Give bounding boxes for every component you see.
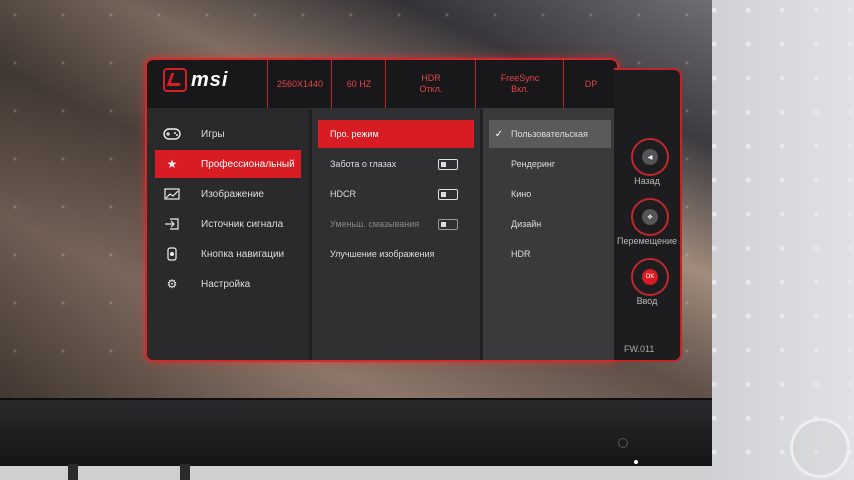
input-source-icon [163, 216, 181, 232]
option-label: HDR [511, 249, 531, 259]
background-wall [704, 0, 854, 480]
option-cinema[interactable]: Кино [489, 180, 611, 208]
nav-button-icon [163, 246, 181, 262]
sidebar-item-label: Кнопка навигации [201, 248, 285, 260]
option-label: Дизайн [511, 219, 542, 229]
osd-header: msi 2560X1440 60 HZ HDR Откл. FreeSync В… [147, 60, 617, 109]
stat-freesync: FreeSync Вкл. [475, 60, 564, 108]
msi-logo: msi [163, 68, 228, 92]
star-icon: ★ [166, 157, 178, 171]
image-icon [163, 186, 181, 202]
option-rendering[interactable]: Рендеринг [489, 150, 611, 178]
sidebar-item-label: Игры [201, 128, 225, 140]
sidebar-item-games[interactable]: Игры [155, 120, 301, 148]
move-button-icon: ✥ [631, 198, 669, 236]
eye-care-toggle[interactable] [438, 158, 458, 170]
firmware-version: FW.011 [624, 344, 655, 354]
sidebar-item-input-source[interactable]: Источник сигнала [155, 210, 301, 238]
move-label: Перемещение [617, 236, 677, 246]
submenu-item-blur-reduction[interactable]: Уменьш. смазывания [318, 210, 474, 238]
stat-resolution: 2560X1440 [267, 60, 332, 108]
option-user[interactable]: ✓ Пользовательская [489, 120, 611, 148]
submenu-item-label: Улучшение изображения [330, 249, 435, 259]
stand-leg [180, 464, 190, 480]
brand-name: msi [191, 68, 229, 91]
enter-button-icon: OK [631, 258, 669, 296]
option-design[interactable]: Дизайн [489, 210, 611, 238]
sidebar-item-image[interactable]: Изображение [155, 180, 301, 208]
submenu-item-label: Забота о глазах [330, 159, 397, 169]
ok-text: OK [642, 269, 658, 285]
sidebar-item-settings[interactable]: ⚙ Настройка [155, 270, 301, 298]
sidebar-item-label: Источник сигнала [201, 218, 284, 230]
monitor-bezel [0, 398, 712, 466]
sidebar: Игры ★ Профессиональный Изображение Исто… [147, 108, 309, 360]
submenu-item-hdcr[interactable]: HDCR [318, 180, 474, 208]
submenu-item-eye-care[interactable]: Забота о глазах [318, 150, 474, 178]
stat-line: 60 HZ [346, 78, 372, 89]
osd-menu: msi 2560X1440 60 HZ HDR Откл. FreeSync В… [145, 58, 619, 362]
gamepad-icon [163, 126, 181, 142]
stat-value: Вкл. [511, 84, 529, 94]
stat-line: FreeSync [500, 73, 540, 83]
stat-input: DP [563, 60, 618, 108]
power-led [634, 460, 638, 464]
stat-value: Откл. [419, 84, 443, 94]
option-label: Рендеринг [511, 159, 556, 169]
option-hdr[interactable]: HDR [489, 240, 611, 268]
stand-leg [68, 464, 78, 480]
sidebar-item-nav-button[interactable]: Кнопка навигации [155, 240, 301, 268]
option-label: Пользовательская [511, 129, 588, 139]
submenu-item-label: Уменьш. смазывания [330, 219, 420, 229]
power-button[interactable] [618, 438, 628, 448]
sidebar-item-label: Профессиональный [201, 158, 295, 170]
stat-refresh: 60 HZ [331, 60, 386, 108]
watermark-logo [790, 418, 850, 478]
stat-line: 2560X1440 [276, 78, 324, 89]
gear-icon: ⚙ [166, 277, 178, 291]
stat-line: HDR [421, 73, 441, 83]
back-button-icon: ◀ [631, 138, 669, 176]
msi-dragon-icon [163, 68, 187, 92]
hdcr-toggle[interactable] [438, 188, 458, 200]
stat-hdr: HDR Откл. [385, 60, 476, 108]
sidebar-item-label: Настройка [201, 278, 251, 290]
enter-label: Ввод [636, 296, 658, 306]
option-label: Кино [511, 189, 532, 199]
submenu-item-image-enhance[interactable]: Улучшение изображения [318, 240, 474, 268]
nav-guide-panel: ◀ Назад ✥ Перемещение OK Ввод FW.011 [614, 68, 682, 362]
sidebar-item-label: Изображение [201, 188, 264, 200]
checkmark-icon: ✓ [494, 128, 504, 140]
submenu-panel: Про. режим Забота о глазах HDCR Уменьш. … [312, 108, 480, 360]
submenu-item-label: HDCR [330, 189, 356, 199]
back-label: Назад [634, 176, 660, 186]
submenu-item-label: Про. режим [330, 129, 379, 139]
blur-reduction-toggle[interactable] [438, 218, 458, 230]
submenu-item-pro-mode[interactable]: Про. режим [318, 120, 474, 148]
options-panel: ✓ Пользовательская Рендеринг Кино Дизайн… [483, 108, 617, 360]
stat-line: DP [584, 78, 598, 89]
sidebar-item-professional[interactable]: ★ Профессиональный [155, 150, 301, 178]
